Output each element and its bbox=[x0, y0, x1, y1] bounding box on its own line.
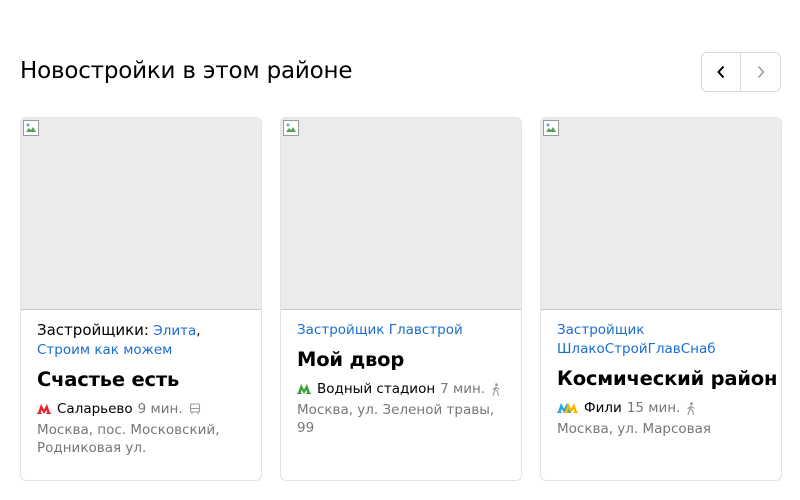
section-title: Новостройки в этом районе bbox=[20, 58, 353, 84]
project-image[interactable] bbox=[541, 118, 781, 310]
metro-icon bbox=[297, 384, 311, 394]
carousel-next-button[interactable] bbox=[741, 52, 781, 92]
metro-station: Водный стадион bbox=[317, 381, 436, 397]
developer-link[interactable]: Элита bbox=[153, 323, 196, 339]
travel-time: 15 мин. bbox=[626, 400, 681, 416]
developers-line: Застройщик Главстрой bbox=[297, 321, 511, 340]
broken-image-icon bbox=[543, 120, 559, 136]
metro-icon bbox=[557, 403, 578, 413]
chevron-left-icon bbox=[717, 65, 725, 79]
chevron-right-icon bbox=[757, 65, 765, 79]
broken-image-icon bbox=[283, 120, 299, 136]
project-name[interactable]: Мой двор bbox=[297, 348, 511, 372]
project-card[interactable]: Застройщики: Элита, Строим как можем Сча… bbox=[20, 117, 262, 481]
developers-line: Застройщик ШлакоСтройГлавСнаб bbox=[557, 321, 771, 359]
developer-link[interactable]: Главстрой bbox=[389, 322, 463, 338]
project-card[interactable]: Застройщик Главстрой Мой двор Водный ста… bbox=[280, 117, 522, 481]
project-address: Москва, ул. Зеленой травы, 99 bbox=[297, 402, 495, 436]
metro-info: Водный стадион 7 мин. bbox=[297, 380, 511, 398]
travel-time: 9 мин. bbox=[137, 401, 183, 417]
travel-time: 7 мин. bbox=[440, 381, 486, 397]
walk-icon bbox=[491, 382, 501, 396]
carousel-nav bbox=[701, 52, 781, 92]
project-name[interactable]: Счастье есть bbox=[37, 368, 251, 392]
metro-station: Фили bbox=[584, 400, 622, 416]
developer-link[interactable]: ШлакоСтройГлавСнаб bbox=[557, 341, 716, 357]
project-card[interactable]: Застройщик ШлакоСтройГлавСнаб Космически… bbox=[540, 117, 782, 481]
project-name[interactable]: Космический район bbox=[557, 367, 777, 391]
carousel-prev-button[interactable] bbox=[701, 52, 741, 92]
metro-icon bbox=[37, 404, 51, 414]
metro-info: Саларьево 9 мин. bbox=[37, 400, 251, 418]
project-address: Москва, пос. Московский, Родниковая ул. bbox=[37, 422, 220, 456]
walk-icon bbox=[686, 401, 696, 415]
project-image[interactable] bbox=[21, 118, 261, 310]
broken-image-icon bbox=[23, 120, 39, 136]
bus-icon bbox=[189, 403, 201, 415]
developer-link[interactable]: Строим как можем bbox=[37, 342, 172, 358]
project-image[interactable] bbox=[281, 118, 521, 310]
developer-separator: , bbox=[196, 323, 201, 339]
developers-prefix: Застройщик bbox=[557, 322, 645, 338]
developers-prefix: Застройщики: bbox=[37, 321, 149, 339]
project-address: Москва, ул. Марсовая bbox=[557, 421, 712, 437]
developers-prefix: Застройщик bbox=[297, 322, 385, 338]
metro-station: Саларьево bbox=[57, 401, 133, 417]
developers-line: Застройщики: Элита, Строим как можем bbox=[37, 321, 251, 360]
metro-info: Фили 15 мин. bbox=[557, 399, 771, 417]
